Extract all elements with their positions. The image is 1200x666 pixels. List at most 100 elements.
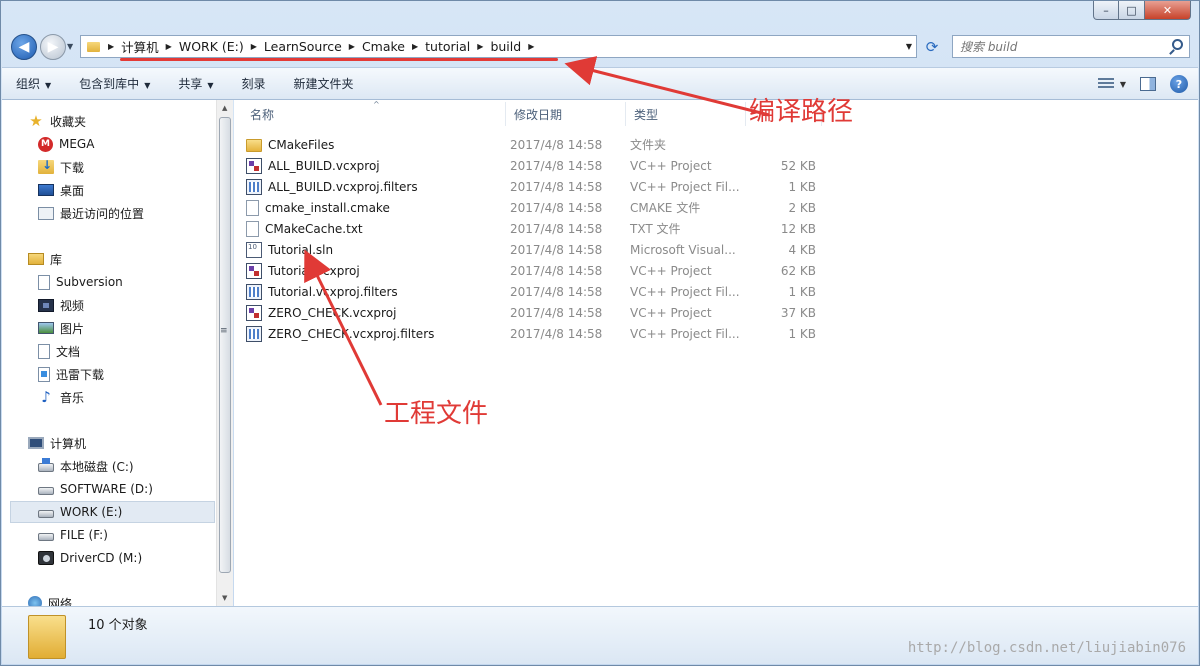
breadcrumb-work-drive[interactable]: WORK (E:) xyxy=(179,39,244,54)
nav-computer[interactable]: 计算机 xyxy=(28,432,232,454)
search-input[interactable] xyxy=(960,39,1160,54)
breadcrumb-computer[interactable]: 计算机 xyxy=(121,37,159,56)
maximize-button[interactable]: □ xyxy=(1119,1,1145,20)
chevron-right-icon[interactable]: ▶ xyxy=(349,42,355,51)
nav-item-desktop[interactable]: 桌面 xyxy=(38,179,232,201)
forward-button[interactable]: ▶ xyxy=(40,34,66,60)
chevron-down-icon: ▼ xyxy=(144,81,151,90)
nav-favorites-label: 收藏夹 xyxy=(50,114,87,129)
file-row[interactable]: ZERO_CHECK.vcxproj 2017/4/8 14:58 VC++ Pro… xyxy=(246,302,816,323)
chevron-right-icon[interactable]: ▶ xyxy=(108,42,114,51)
file-list-scroll-area xyxy=(1181,100,1198,606)
watermark: http://blog.csdn.net/liujiabin076 xyxy=(907,640,1186,656)
library-icon xyxy=(28,253,44,265)
column-header-name[interactable]: 名称 xyxy=(242,102,506,126)
change-view-icon[interactable] xyxy=(1097,78,1114,90)
nav-libraries[interactable]: 库 xyxy=(28,248,232,270)
nav-item-downloads[interactable]: 下载 xyxy=(38,156,232,178)
nav-item-drive-d[interactable]: SOFTWARE (D:) xyxy=(38,478,232,500)
nav-item-subversion[interactable]: Subversion xyxy=(38,271,232,293)
back-button[interactable]: ◀ xyxy=(11,34,37,60)
file-name-cell[interactable]: cmake_install.cmake xyxy=(246,199,510,216)
file-type: TXT 文件 xyxy=(630,222,681,236)
file-name-cell[interactable]: ZERO_CHECK.vcxproj.filters xyxy=(246,325,510,342)
search-icon[interactable] xyxy=(1172,39,1183,50)
file-size: 12 KB xyxy=(780,221,816,236)
breadcrumb-cmake[interactable]: Cmake xyxy=(362,39,405,54)
breadcrumb-learnsource[interactable]: LearnSource xyxy=(264,39,342,54)
include-in-library-button[interactable]: 包含到库中 ▼ xyxy=(79,75,150,92)
nav-item-recent-places[interactable]: 最近访问的位置 xyxy=(38,202,232,224)
file-date: 2017/4/8 14:58 xyxy=(510,326,603,341)
nav-item-drive-m[interactable]: DriverCD (M:) xyxy=(38,547,232,569)
column-header-type[interactable]: 类型 xyxy=(626,102,746,126)
nav-item-xunlei[interactable]: 迅雷下载 xyxy=(38,363,232,385)
minimize-button[interactable]: – xyxy=(1093,1,1119,20)
file-row[interactable]: ALL_BUILD.vcxproj 2017/4/8 14:58 VC++ Proj… xyxy=(246,155,816,176)
chevron-right-icon[interactable]: ▶ xyxy=(166,42,172,51)
file-row[interactable]: ALL_BUILD.vcxproj.filters 2017/4/8 14:58 V… xyxy=(246,176,816,197)
file-name-cell[interactable]: CMakeFiles xyxy=(246,137,510,152)
nav-item-drive-c[interactable]: 本地磁盘 (C:) xyxy=(38,455,232,477)
file-row[interactable]: Tutorial.vcxproj.filters 2017/4/8 14:58 VC… xyxy=(246,281,816,302)
breadcrumb-tutorial[interactable]: tutorial xyxy=(425,39,470,54)
file-name-cell[interactable]: Tutorial.sln xyxy=(246,241,510,258)
nav-pane-scrollbar[interactable]: ▲ ≡ ▼ xyxy=(216,100,233,606)
preview-pane-icon[interactable] xyxy=(1140,77,1156,91)
nav-item-music[interactable]: ♪ 音乐 xyxy=(38,386,232,408)
file-name-cell[interactable]: Tutorial.vcxproj xyxy=(246,262,510,279)
file-row[interactable]: Tutorial.sln 2017/4/8 14:58 Microsoft Visu… xyxy=(246,239,816,260)
nav-item-drive-e[interactable]: WORK (E:) xyxy=(10,501,215,523)
file-row[interactable]: cmake_install.cmake 2017/4/8 14:58 CMAKE 文… xyxy=(246,197,816,218)
scroll-down-icon[interactable]: ▼ xyxy=(222,594,227,602)
file-name-cell[interactable]: Tutorial.vcxproj.filters xyxy=(246,283,510,300)
new-folder-button[interactable]: 新建文件夹 xyxy=(294,75,354,92)
file-name-cell[interactable]: CMakeCache.txt xyxy=(246,220,510,237)
file-size: 1 KB xyxy=(788,179,816,194)
file-name: ZERO_CHECK.vcxproj.filters xyxy=(268,326,435,341)
help-icon[interactable]: ? xyxy=(1170,75,1188,93)
organize-button[interactable]: 组织 ▼ xyxy=(16,75,51,92)
column-header-date[interactable]: 修改日期 xyxy=(506,102,626,126)
file-size: 37 KB xyxy=(780,305,816,320)
file-row[interactable]: Tutorial.vcxproj 2017/4/8 14:58 VC++ Proje… xyxy=(246,260,816,281)
nav-libraries-label: 库 xyxy=(50,252,63,267)
nav-item-video[interactable]: 视频 xyxy=(38,294,232,316)
nav-item-drive-f[interactable]: FILE (F:) xyxy=(38,524,232,546)
chevron-down-icon[interactable]: ▼ xyxy=(1120,80,1126,89)
system-drive-icon xyxy=(38,458,54,472)
close-button[interactable]: ✕ xyxy=(1145,1,1191,20)
file-name-cell[interactable]: ALL_BUILD.vcxproj.filters xyxy=(246,178,510,195)
file-name-cell[interactable]: ALL_BUILD.vcxproj xyxy=(246,157,510,174)
back-arrow-icon: ◀ xyxy=(18,39,30,55)
breadcrumb-build[interactable]: build xyxy=(490,39,521,54)
address-bar[interactable]: ▶ 计算机 ▶ WORK (E:) ▶ LearnSource ▶ Cmake … xyxy=(80,35,917,58)
chevron-right-icon[interactable]: ▶ xyxy=(477,42,483,51)
file-name: cmake_install.cmake xyxy=(265,200,390,215)
file-name: CMakeCache.txt xyxy=(265,221,363,236)
recent-pages-dropdown-icon[interactable]: ▼ xyxy=(67,42,73,51)
burn-button[interactable]: 刻录 xyxy=(242,75,266,92)
documents-icon xyxy=(38,343,50,359)
refresh-button[interactable]: ⟳ xyxy=(920,35,944,58)
nav-item-mega[interactable]: M MEGA xyxy=(38,133,232,155)
chevron-right-icon[interactable]: ▶ xyxy=(412,42,418,51)
address-history-dropdown-icon[interactable]: ▼ xyxy=(906,42,912,51)
scroll-up-icon[interactable]: ▲ xyxy=(222,104,227,112)
nav-item-documents[interactable]: 文档 xyxy=(38,340,232,362)
folder-icon xyxy=(246,139,262,152)
nav-item-pictures[interactable]: 图片 xyxy=(38,317,232,339)
nav-favorites[interactable]: ★ 收藏夹 xyxy=(28,110,232,132)
file-type: VC++ Project xyxy=(630,158,712,173)
chevron-right-icon[interactable]: ▶ xyxy=(528,42,534,51)
share-button[interactable]: 共享 ▼ xyxy=(178,75,213,92)
file-row[interactable]: CMakeCache.txt 2017/4/8 14:58 TXT 文件 12 KB xyxy=(246,218,816,239)
filters-file-icon xyxy=(246,283,262,300)
file-row[interactable]: ZERO_CHECK.vcxproj.filters 2017/4/8 14:58… xyxy=(246,323,816,344)
nav-network[interactable]: 网络 xyxy=(28,592,232,606)
chevron-right-icon[interactable]: ▶ xyxy=(251,42,257,51)
file-name-cell[interactable]: ZERO_CHECK.vcxproj xyxy=(246,304,510,321)
search-box[interactable] xyxy=(952,35,1190,58)
file-row[interactable]: CMakeFiles 2017/4/8 14:58 文件夹 xyxy=(246,134,816,155)
scrollbar-thumb[interactable] xyxy=(219,117,231,573)
